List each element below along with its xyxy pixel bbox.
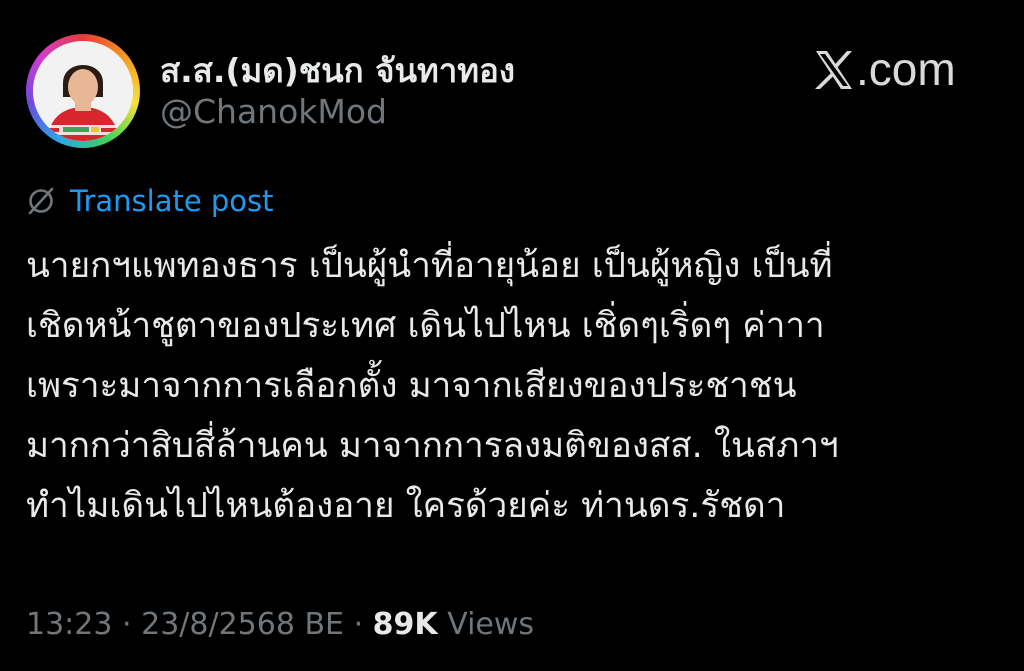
- display-name[interactable]: ส.ส.(มด)ชนก จันทาทอง: [160, 44, 515, 97]
- post-text-line: มากกว่าสิบสี่ล้านคน มาจากการลงมติของสส. …: [26, 426, 839, 466]
- views-label: Views: [447, 607, 535, 642]
- avatar[interactable]: [26, 34, 140, 148]
- globe-slash-icon: [28, 187, 54, 215]
- post-text-line: เพราะมาจากการเลือกตั้ง มาจากเสียงของประช…: [26, 366, 797, 406]
- post-date[interactable]: 23/8/2568 BE: [141, 607, 344, 642]
- brand-suffix: .com: [856, 43, 956, 95]
- views-count[interactable]: 89K: [373, 607, 438, 642]
- user-handle[interactable]: @ChanokMod: [160, 92, 387, 131]
- post-time[interactable]: 13:23: [26, 607, 112, 642]
- translate-post-link[interactable]: Translate post: [26, 184, 274, 218]
- x-logo-icon: [814, 48, 854, 90]
- avatar-photo: [33, 41, 133, 141]
- meta-separator: ·: [122, 607, 132, 642]
- post-meta: 13:23 · 23/8/2568 BE · 89K Views: [26, 607, 534, 642]
- post-text-line: ทำไมเดินไปไหนต้องอาย ใครด้วยค่ะ ท่านดร.ร…: [26, 486, 786, 526]
- post-text-line: นายกฯแพทองธาร เป็นผู้นำที่อายุน้อย เป็นผ…: [26, 246, 833, 286]
- brand-watermark: .com: [814, 42, 956, 96]
- meta-separator: ·: [353, 607, 364, 642]
- translate-post-label[interactable]: Translate post: [70, 184, 274, 218]
- post-text-line: เชิดหน้าชูตาของประเทศ เดินไปไหน เชิ่ดๆเร…: [26, 306, 825, 346]
- post-text: นายกฯแพทองธาร เป็นผู้นำที่อายุน้อย เป็นผ…: [26, 236, 1006, 536]
